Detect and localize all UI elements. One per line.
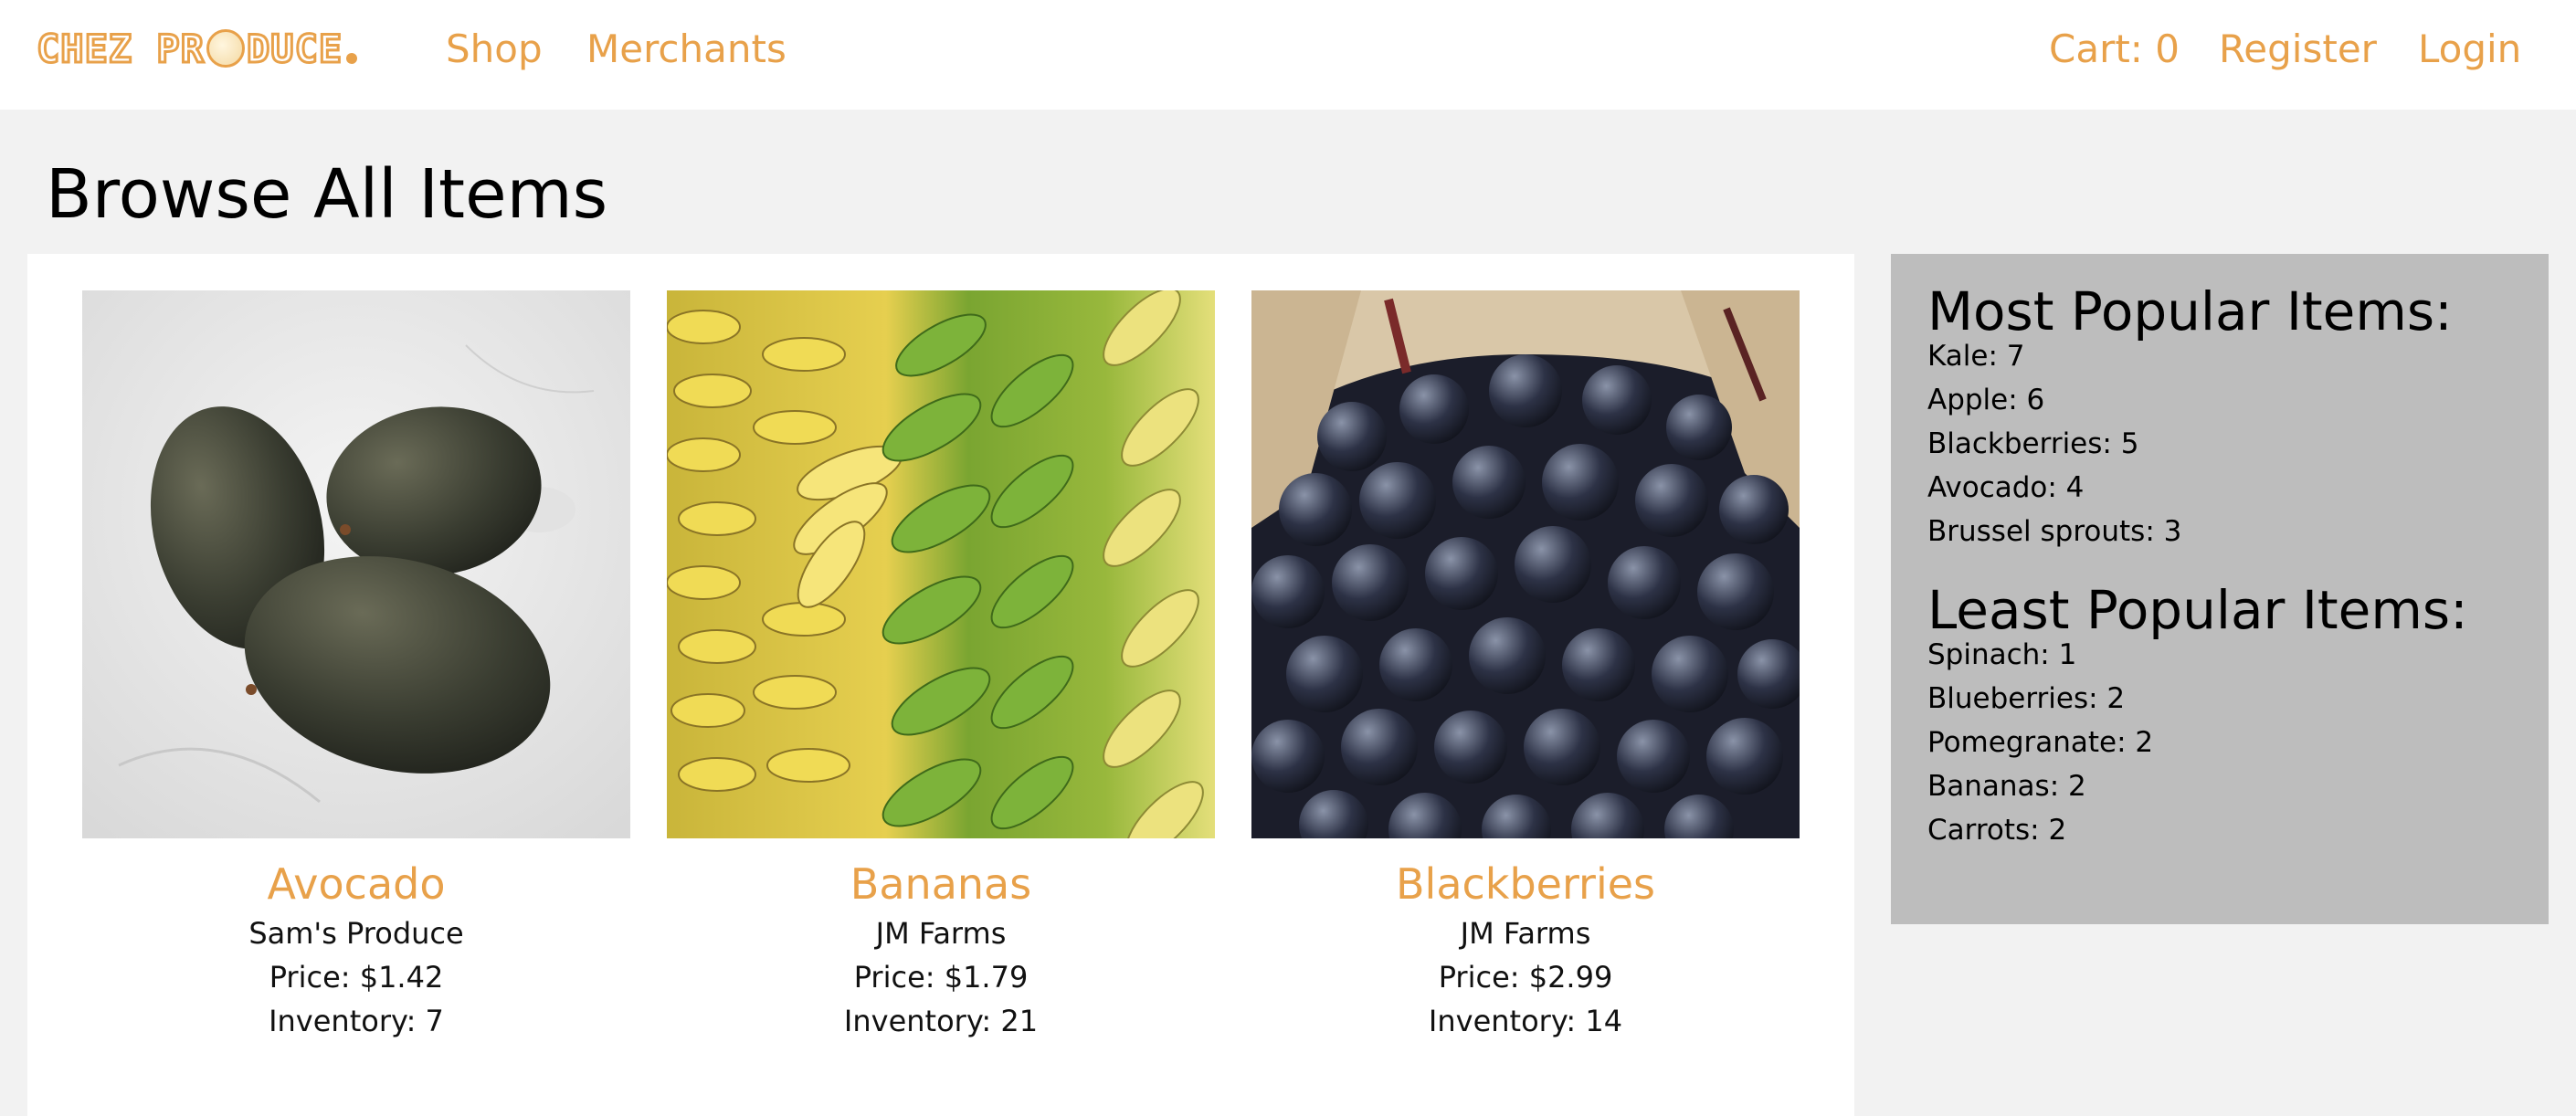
avocado-photo[interactable] [82, 290, 630, 838]
item-merchant: JM Farms [1460, 916, 1591, 951]
least-popular-item: Carrots: 2 [1927, 814, 2067, 847]
logo-o-icon [206, 29, 246, 68]
item-inventory: Inventory: 7 [269, 1004, 444, 1038]
item-merchant: JM Farms [875, 916, 1007, 951]
most-popular-item: Kale: 7 [1927, 340, 2025, 373]
nav-register-link[interactable]: Register [2219, 24, 2377, 75]
most-popular-item: Blackberries: 5 [1927, 427, 2139, 460]
bananas-photo[interactable] [667, 290, 1215, 838]
least-popular-item: Bananas: 2 [1927, 770, 2086, 803]
nav-login-link[interactable]: Login [2418, 24, 2521, 75]
most-popular-item: Avocado: 4 [1927, 471, 2085, 504]
least-popular-item: Blueberries: 2 [1927, 682, 2126, 715]
nav-cart-link[interactable]: Cart: 0 [2049, 24, 2180, 75]
least-popular-item: Spinach: 1 [1927, 638, 2077, 671]
item-price: Price: $1.79 [853, 960, 1029, 995]
item-price: Price: $2.99 [1438, 960, 1613, 995]
item-name-link[interactable]: Bananas [667, 857, 1215, 911]
most-popular-item: Brussel sprouts: 3 [1927, 515, 2182, 548]
nav-shop-link[interactable]: Shop [446, 24, 543, 75]
item-name-link[interactable]: Blackberries [1251, 857, 1800, 911]
most-popular-item: Apple: 6 [1927, 384, 2045, 416]
least-popular-item: Pomegranate: 2 [1927, 726, 2154, 759]
page-title: Browse All Items [46, 155, 608, 234]
item-merchant: Sam's Produce [248, 916, 464, 951]
item-price: Price: $1.42 [269, 960, 444, 995]
item-name-link[interactable]: Avocado [82, 857, 630, 911]
item-inventory: Inventory: 14 [1428, 1004, 1623, 1038]
site-logo[interactable]: CHEZ PR DUCE [35, 24, 358, 75]
logo-text-duce: DUCE [246, 26, 343, 73]
logo-dot-icon [346, 53, 358, 64]
blackberries-photo[interactable] [1251, 290, 1800, 838]
nav-merchants-link[interactable]: Merchants [586, 24, 787, 75]
logo-text-chez: CHEZ PR [35, 26, 206, 73]
top-navbar: CHEZ PR DUCE Shop Merchants Cart: 0 Regis… [0, 0, 2576, 110]
items-grid: Avocado Sam's Produce Price: $1.42 Inven… [27, 254, 1854, 1116]
item-inventory: Inventory: 21 [843, 1004, 1039, 1038]
popularity-stats-panel: Most Popular Items: Kale: 7 Apple: 6 Bla… [1891, 254, 2549, 924]
